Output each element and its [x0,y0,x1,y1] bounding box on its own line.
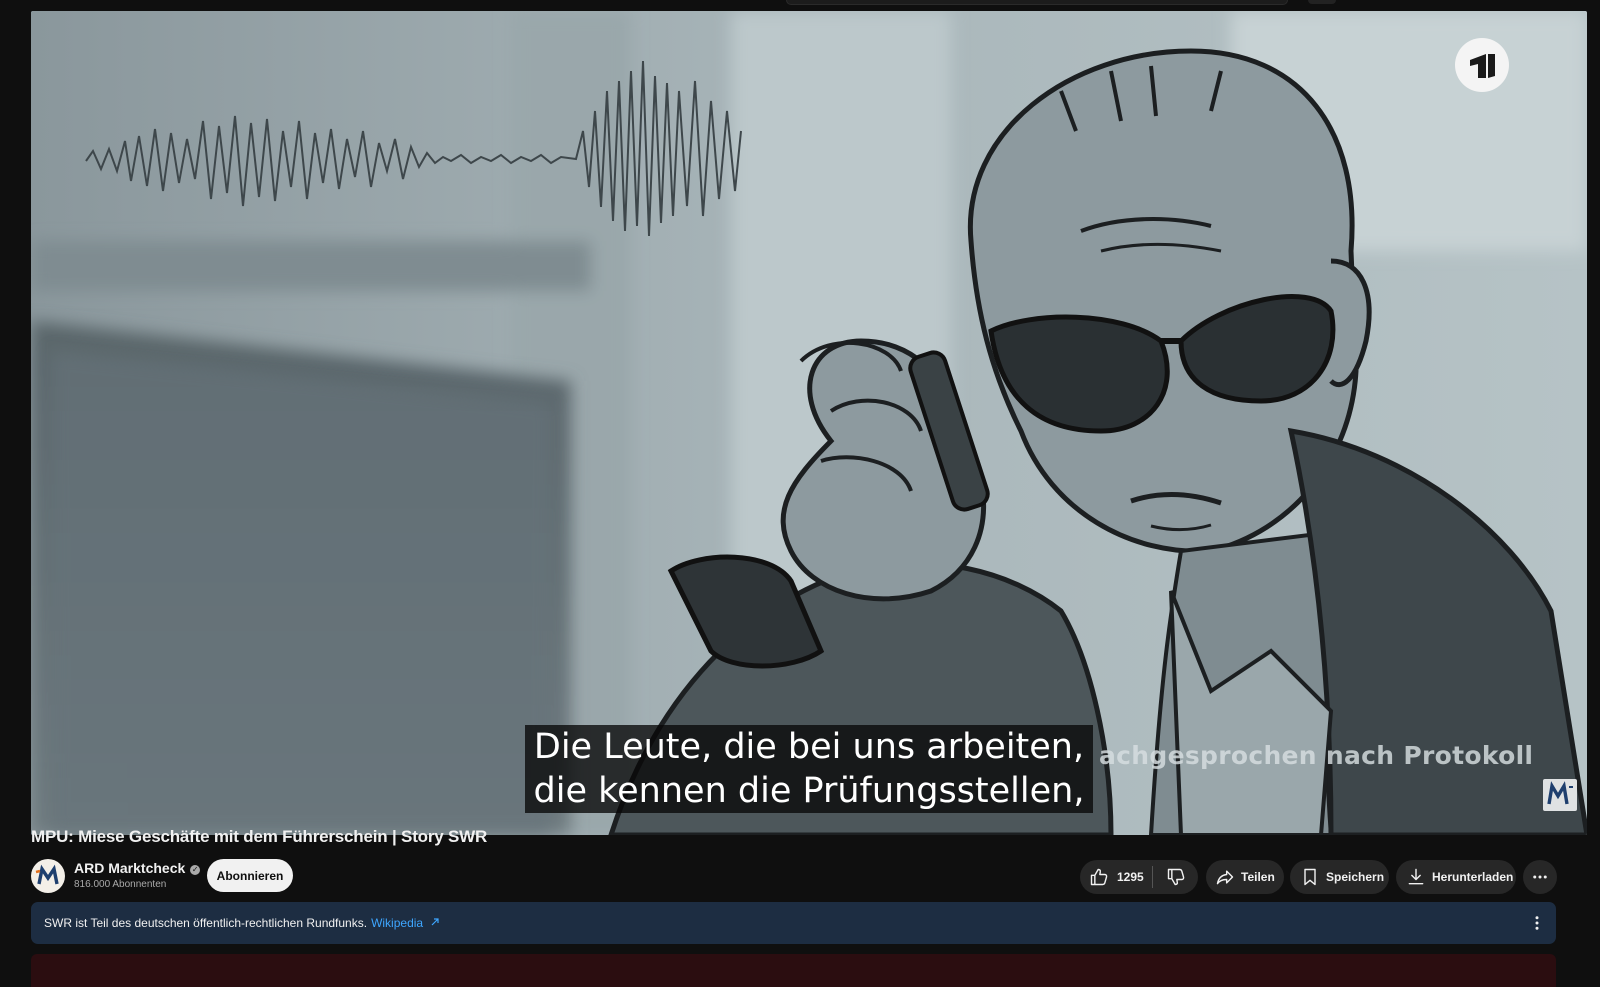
video-title: MPU: Miese Geschäfte mit dem Führerschei… [31,827,488,846]
save-label: Speichern [1326,870,1385,884]
dislike-button[interactable] [1153,860,1198,894]
more-actions-button[interactable] [1523,860,1557,894]
next-panel-edge [31,954,1556,987]
verified-icon: ✓ [190,865,201,875]
share-button[interactable]: Teilen [1206,860,1284,894]
voice-search-edge[interactable] [1308,0,1336,4]
caption-line-1: Die Leute, die bei uns arbeiten, [524,725,1094,769]
channel-name-row[interactable]: ARD Marktcheck ✓ [74,860,201,876]
info-more-button[interactable] [1528,914,1546,932]
download-icon [1408,868,1424,885]
like-button[interactable]: 1295 [1080,860,1152,894]
video-frame [31,11,1587,835]
subscribe-button[interactable]: Abonnieren [207,859,293,892]
wikipedia-link-label: Wikipedia [371,916,424,930]
download-label: Herunterladen [1432,870,1514,884]
masthead [0,0,1600,11]
subscriber-count: 816.000 Abonnenten [74,879,167,890]
search-box-edge[interactable] [786,0,1288,5]
dislike-icon [1167,868,1184,886]
like-icon [1090,868,1108,886]
save-icon [1304,868,1316,886]
share-label: Teilen [1241,870,1275,884]
download-button[interactable]: Herunterladen [1396,860,1516,894]
channel-name[interactable]: ARD Marktcheck [74,860,185,876]
wikipedia-link[interactable]: Wikipedia [371,916,440,930]
ard-one-logo-icon [1455,38,1509,92]
like-count: 1295 [1117,870,1144,884]
save-button[interactable]: Speichern [1290,860,1389,894]
more-vertical-icon [1535,916,1539,930]
like-dislike-group: 1295 [1080,860,1198,894]
channel-avatar[interactable] [31,859,65,893]
caption-line-2: die kennen die Prüfungsstellen, [524,769,1094,813]
share-icon [1216,870,1234,885]
info-panel: SWR ist Teil des deutschen öffentlich-re… [31,902,1556,944]
external-link-icon [432,918,440,926]
more-icon [1533,875,1547,879]
video-player[interactable]: achgesprochen nach Protokoll Die Leute, … [31,11,1587,835]
captions: Die Leute, die bei uns arbeiten, die ken… [31,725,1587,813]
info-text: SWR ist Teil des deutschen öffentlich-re… [44,916,368,930]
